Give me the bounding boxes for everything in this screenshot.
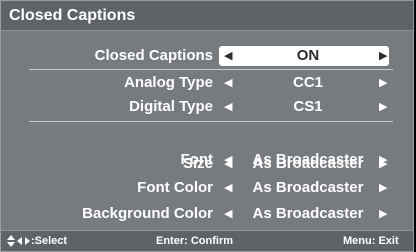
select-hint: :Select — [7, 231, 67, 251]
digital-type-label: Digital Type — [129, 98, 213, 115]
right-arrow-icon[interactable]: ▶ — [379, 95, 387, 119]
size-row[interactable]: Size ◀ As Broadcaster ▶ — [1, 152, 413, 176]
navigation-arrows-icon — [7, 235, 30, 248]
size-label: Size — [182, 155, 213, 172]
background-color-label: Background Color — [82, 205, 213, 222]
select-hint-text: :Select — [31, 235, 68, 247]
digital-type-value[interactable]: CS1 — [239, 95, 377, 119]
digital-type-row[interactable]: Digital Type ◀ CS1 ▶ — [1, 95, 413, 119]
left-arrow-icon[interactable]: ◀ — [224, 202, 232, 226]
font-color-row[interactable]: Font Color ◀ As Broadcaster ▶ — [1, 176, 413, 200]
confirm-hint: Enter: Confirm — [156, 235, 233, 247]
exit-hint: Menu: Exit — [343, 235, 399, 247]
footer-help-bar: :Select Enter: Confirm Menu: Exit — [1, 230, 413, 251]
background-color-row[interactable]: Background Color ◀ As Broadcaster ▶ — [1, 202, 413, 226]
analog-type-label: Analog Type — [124, 74, 213, 91]
left-arrow-icon[interactable]: ◀ — [224, 95, 232, 119]
divider — [29, 69, 393, 70]
right-arrow-icon[interactable]: ▶ — [379, 44, 387, 68]
right-arrow-icon[interactable]: ▶ — [379, 202, 387, 226]
font-color-value[interactable]: As Broadcaster — [239, 176, 377, 200]
analog-type-value[interactable]: CC1 — [239, 71, 377, 95]
size-value[interactable]: As Broadcaster — [239, 152, 377, 176]
right-arrow-icon[interactable]: ▶ — [379, 71, 387, 95]
left-arrow-icon[interactable]: ◀ — [224, 44, 232, 68]
menu-title: Closed Captions — [1, 1, 413, 31]
closed-captions-value[interactable]: ON — [239, 44, 377, 68]
font-color-label: Font Color — [137, 179, 213, 196]
divider — [29, 121, 393, 122]
left-arrow-icon[interactable]: ◀ — [224, 152, 232, 176]
closed-captions-osd-window: Closed Captions Closed Captions ◀ ON ▶ A… — [0, 0, 414, 252]
right-arrow-icon[interactable]: ▶ — [379, 176, 387, 200]
right-arrow-icon[interactable]: ▶ — [379, 152, 387, 176]
left-arrow-icon[interactable]: ◀ — [224, 71, 232, 95]
left-arrow-icon[interactable]: ◀ — [224, 176, 232, 200]
analog-type-row[interactable]: Analog Type ◀ CC1 ▶ — [1, 71, 413, 95]
background-color-value[interactable]: As Broadcaster — [239, 202, 377, 226]
closed-captions-label: Closed Captions — [94, 47, 213, 64]
closed-captions-row[interactable]: Closed Captions ◀ ON ▶ — [1, 44, 413, 68]
